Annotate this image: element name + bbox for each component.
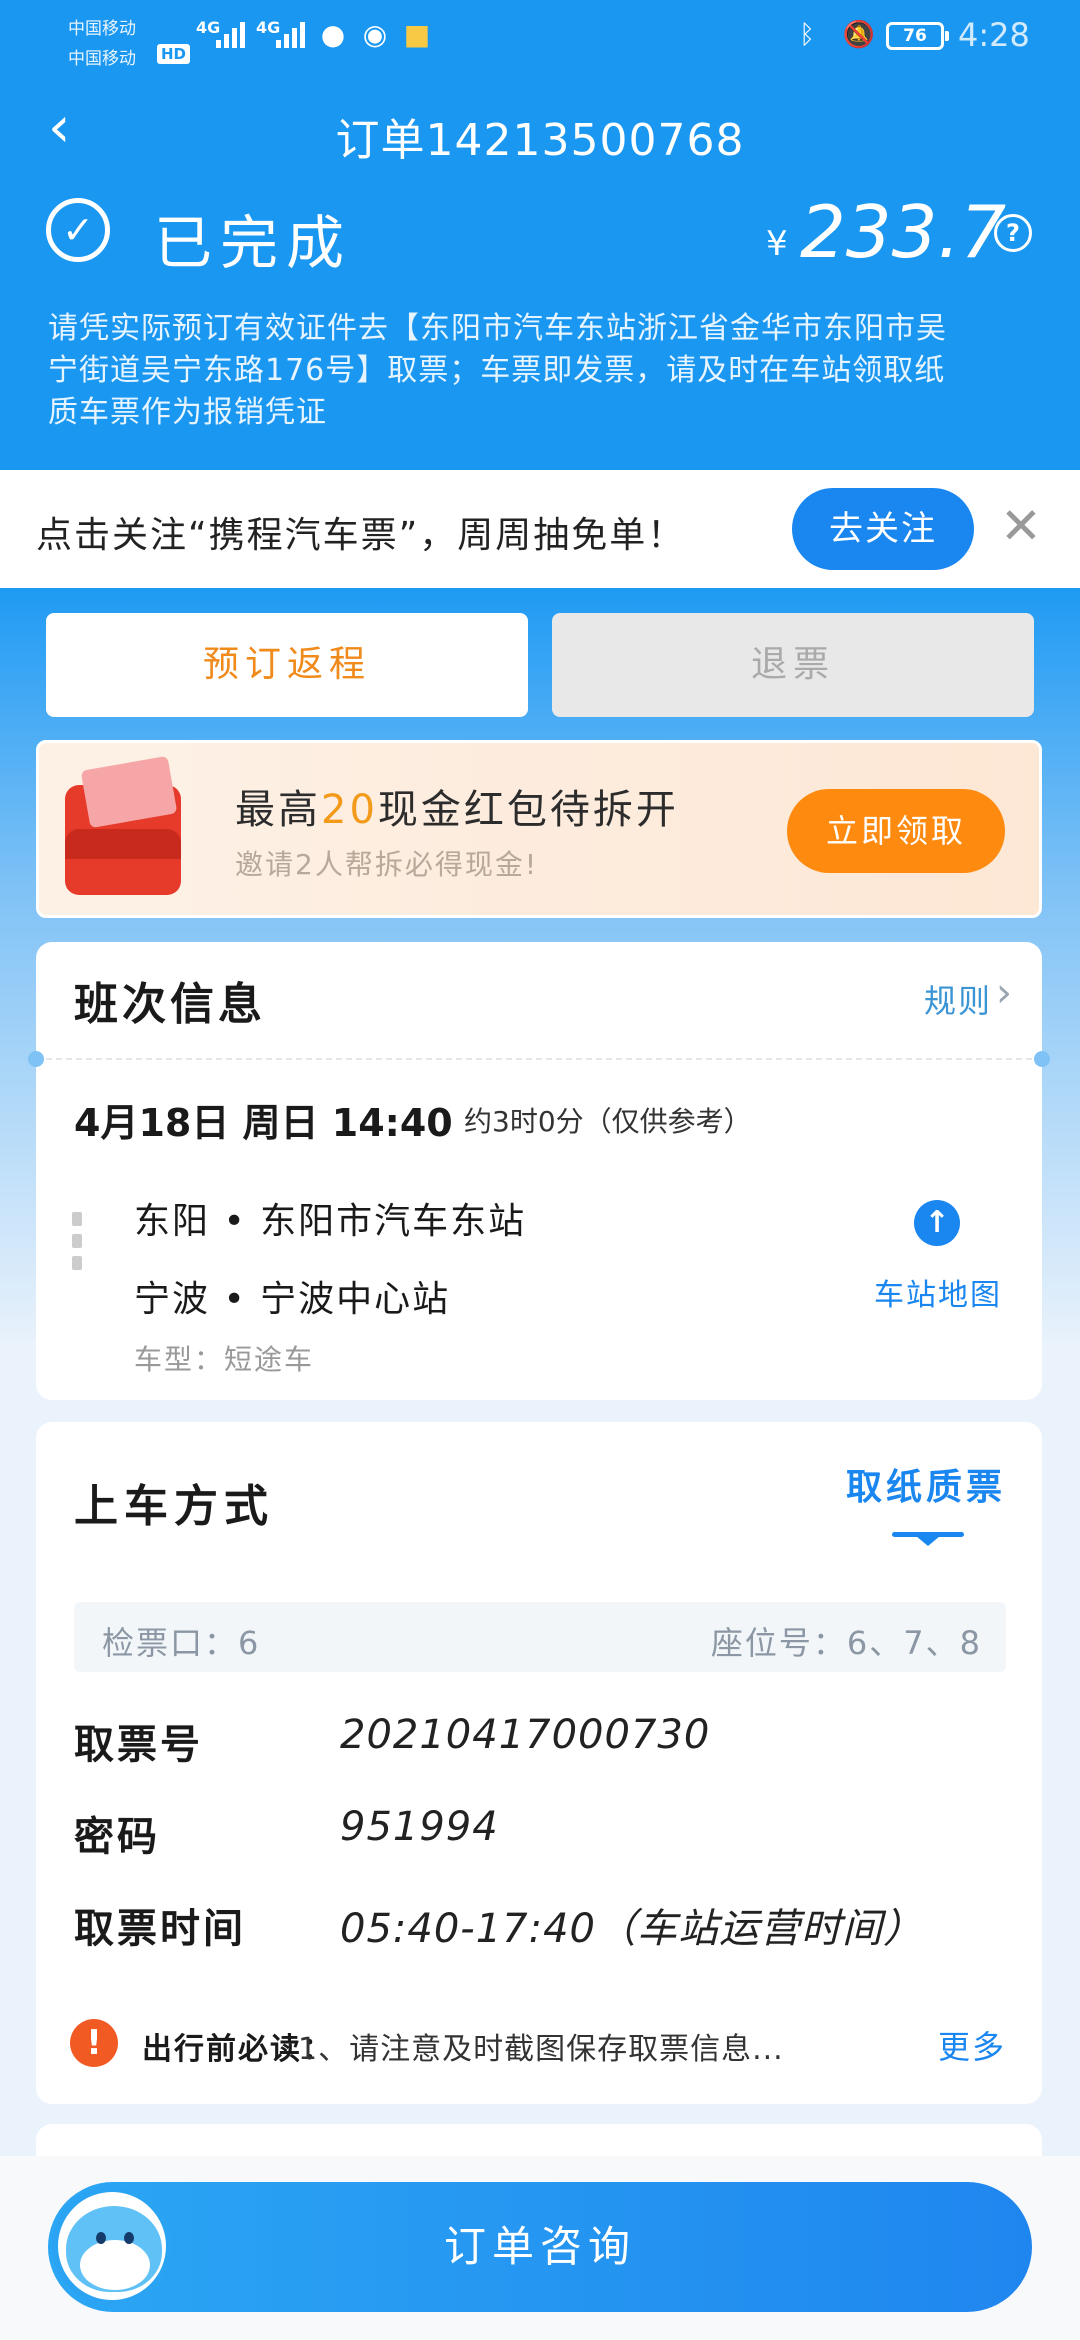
trip-info-card: 班次信息 规则 › 4月18日 周日 14:40 约3时0分（仅供参考） 东阳 … bbox=[28, 942, 1050, 1400]
hd-badge: HD bbox=[157, 44, 191, 64]
return-trip-button[interactable]: 预订返程 bbox=[46, 613, 528, 717]
ticket-notch bbox=[1034, 1051, 1050, 1067]
signal-icon bbox=[216, 22, 245, 48]
promo-amount: 20 bbox=[321, 787, 378, 833]
vehicle-type: 车型：短途车 bbox=[134, 1343, 315, 1376]
page-title: 订单14213500768 bbox=[335, 115, 745, 166]
battery-icon: 76 bbox=[886, 22, 949, 50]
pickup-time-label: 取票时间 bbox=[74, 1906, 246, 1952]
password-label: 密码 bbox=[74, 1814, 160, 1860]
route-line bbox=[72, 1212, 82, 1302]
promo-title-suffix: 现金红包待拆开 bbox=[377, 787, 679, 833]
gate-number: 检票口：6 bbox=[102, 1624, 261, 1662]
password-value: 951994 bbox=[340, 1804, 499, 1850]
check-circle-icon: ✓ bbox=[46, 198, 110, 262]
pickup-notice: 请凭实际预订有效证件去【东阳市汽车东站浙江省金华市东阳市吴宁街道吴宁东路176号… bbox=[48, 311, 947, 430]
departure-station: 东阳 • 东阳市汽车东站 bbox=[134, 1201, 527, 1242]
question-icon[interactable]: ? bbox=[994, 214, 1032, 252]
mascot-avatar bbox=[52, 2186, 172, 2306]
promo-title-prefix: 最高 bbox=[235, 787, 321, 833]
trip-duration: 约3时0分（仅供参考） bbox=[464, 1105, 752, 1138]
bluetooth-icon: ᛒ bbox=[799, 20, 815, 50]
trip-info-title: 班次信息 bbox=[74, 979, 266, 1030]
app-notification-icon: ■ bbox=[403, 18, 431, 51]
boarding-card: 上车方式 取纸质票 检票口：6 座位号：6、7、8 取票号 2021041700… bbox=[36, 1422, 1042, 2104]
arrival-station: 宁波 • 宁波中心站 bbox=[134, 1279, 451, 1320]
gate-seat-box: 检票口：6 座位号：6、7、8 bbox=[74, 1602, 1006, 1672]
status-bar: 中国移动 中国移动 HD 4G 4G ● ◉ ■ ᛒ 🔕 76 4:28 bbox=[0, 0, 1080, 80]
mascot-eye bbox=[124, 2232, 134, 2244]
station-map-link[interactable]: 车站地图 bbox=[874, 1270, 1002, 1314]
currency-symbol: ¥ bbox=[766, 224, 788, 264]
travel-notice-text: 1、请注意及时截图保存取票信息... bbox=[298, 2032, 784, 2067]
chevron-right-icon: › bbox=[996, 970, 1012, 1016]
follow-text: 点击关注“携程汽车票”，周周抽免单！ bbox=[36, 515, 686, 556]
pickup-number-value: 20210417000730 bbox=[340, 1712, 711, 1758]
mute-icon: 🔕 bbox=[842, 20, 876, 50]
ticket-notch bbox=[28, 1051, 44, 1067]
close-icon[interactable]: ✕ bbox=[998, 500, 1044, 552]
signal-icon bbox=[276, 22, 305, 48]
promo-title: 最高20现金红包待拆开 bbox=[235, 777, 679, 835]
order-price: 233.7 bbox=[800, 190, 1007, 274]
claim-button[interactable]: 立即领取 bbox=[787, 789, 1005, 873]
departure-datetime: 4月18日 周日 14:40 bbox=[74, 1101, 453, 1145]
red-packet-promo[interactable]: 最高20现金红包待拆开 邀请2人帮拆必得现金! 立即领取 bbox=[36, 740, 1042, 918]
order-status: 已完成 bbox=[154, 209, 353, 277]
follow-button[interactable]: 去关注 bbox=[792, 488, 974, 570]
refund-button[interactable]: 退票 bbox=[552, 613, 1034, 717]
mascot-belly bbox=[80, 2240, 150, 2290]
navigation-icon[interactable]: ↑ bbox=[914, 1200, 960, 1246]
boarding-title: 上车方式 bbox=[74, 1481, 274, 1532]
pickup-time-value: 05:40-17:40（车站运营时间） bbox=[340, 1906, 924, 1952]
rule-link[interactable]: 规则 bbox=[924, 976, 992, 1022]
status-time: 4:28 bbox=[958, 16, 1030, 54]
mascot-eye bbox=[96, 2232, 106, 2244]
red-packet-flap bbox=[65, 829, 181, 859]
follow-banner: 点击关注“携程汽车票”，周周抽免单！ 去关注 ✕ bbox=[0, 470, 1080, 588]
tab-caret bbox=[916, 1536, 940, 1546]
pickup-number-label: 取票号 bbox=[74, 1722, 203, 1768]
bottom-bar: 订单咨询 bbox=[0, 2156, 1080, 2340]
more-link[interactable]: 更多 bbox=[938, 2022, 1006, 2068]
exclamation-icon: ! bbox=[70, 2019, 118, 2067]
tab-paper-ticket[interactable]: 取纸质票 bbox=[846, 1458, 1006, 1510]
order-consult-button[interactable]: 订单咨询 bbox=[48, 2182, 1032, 2312]
message-icon: ● bbox=[320, 18, 346, 51]
promo-subtitle: 邀请2人帮拆必得现金! bbox=[235, 848, 539, 881]
divider bbox=[36, 1058, 1042, 1060]
app-notification-icon: ◉ bbox=[362, 18, 388, 51]
seat-numbers: 座位号：6、7、8 bbox=[710, 1624, 982, 1662]
